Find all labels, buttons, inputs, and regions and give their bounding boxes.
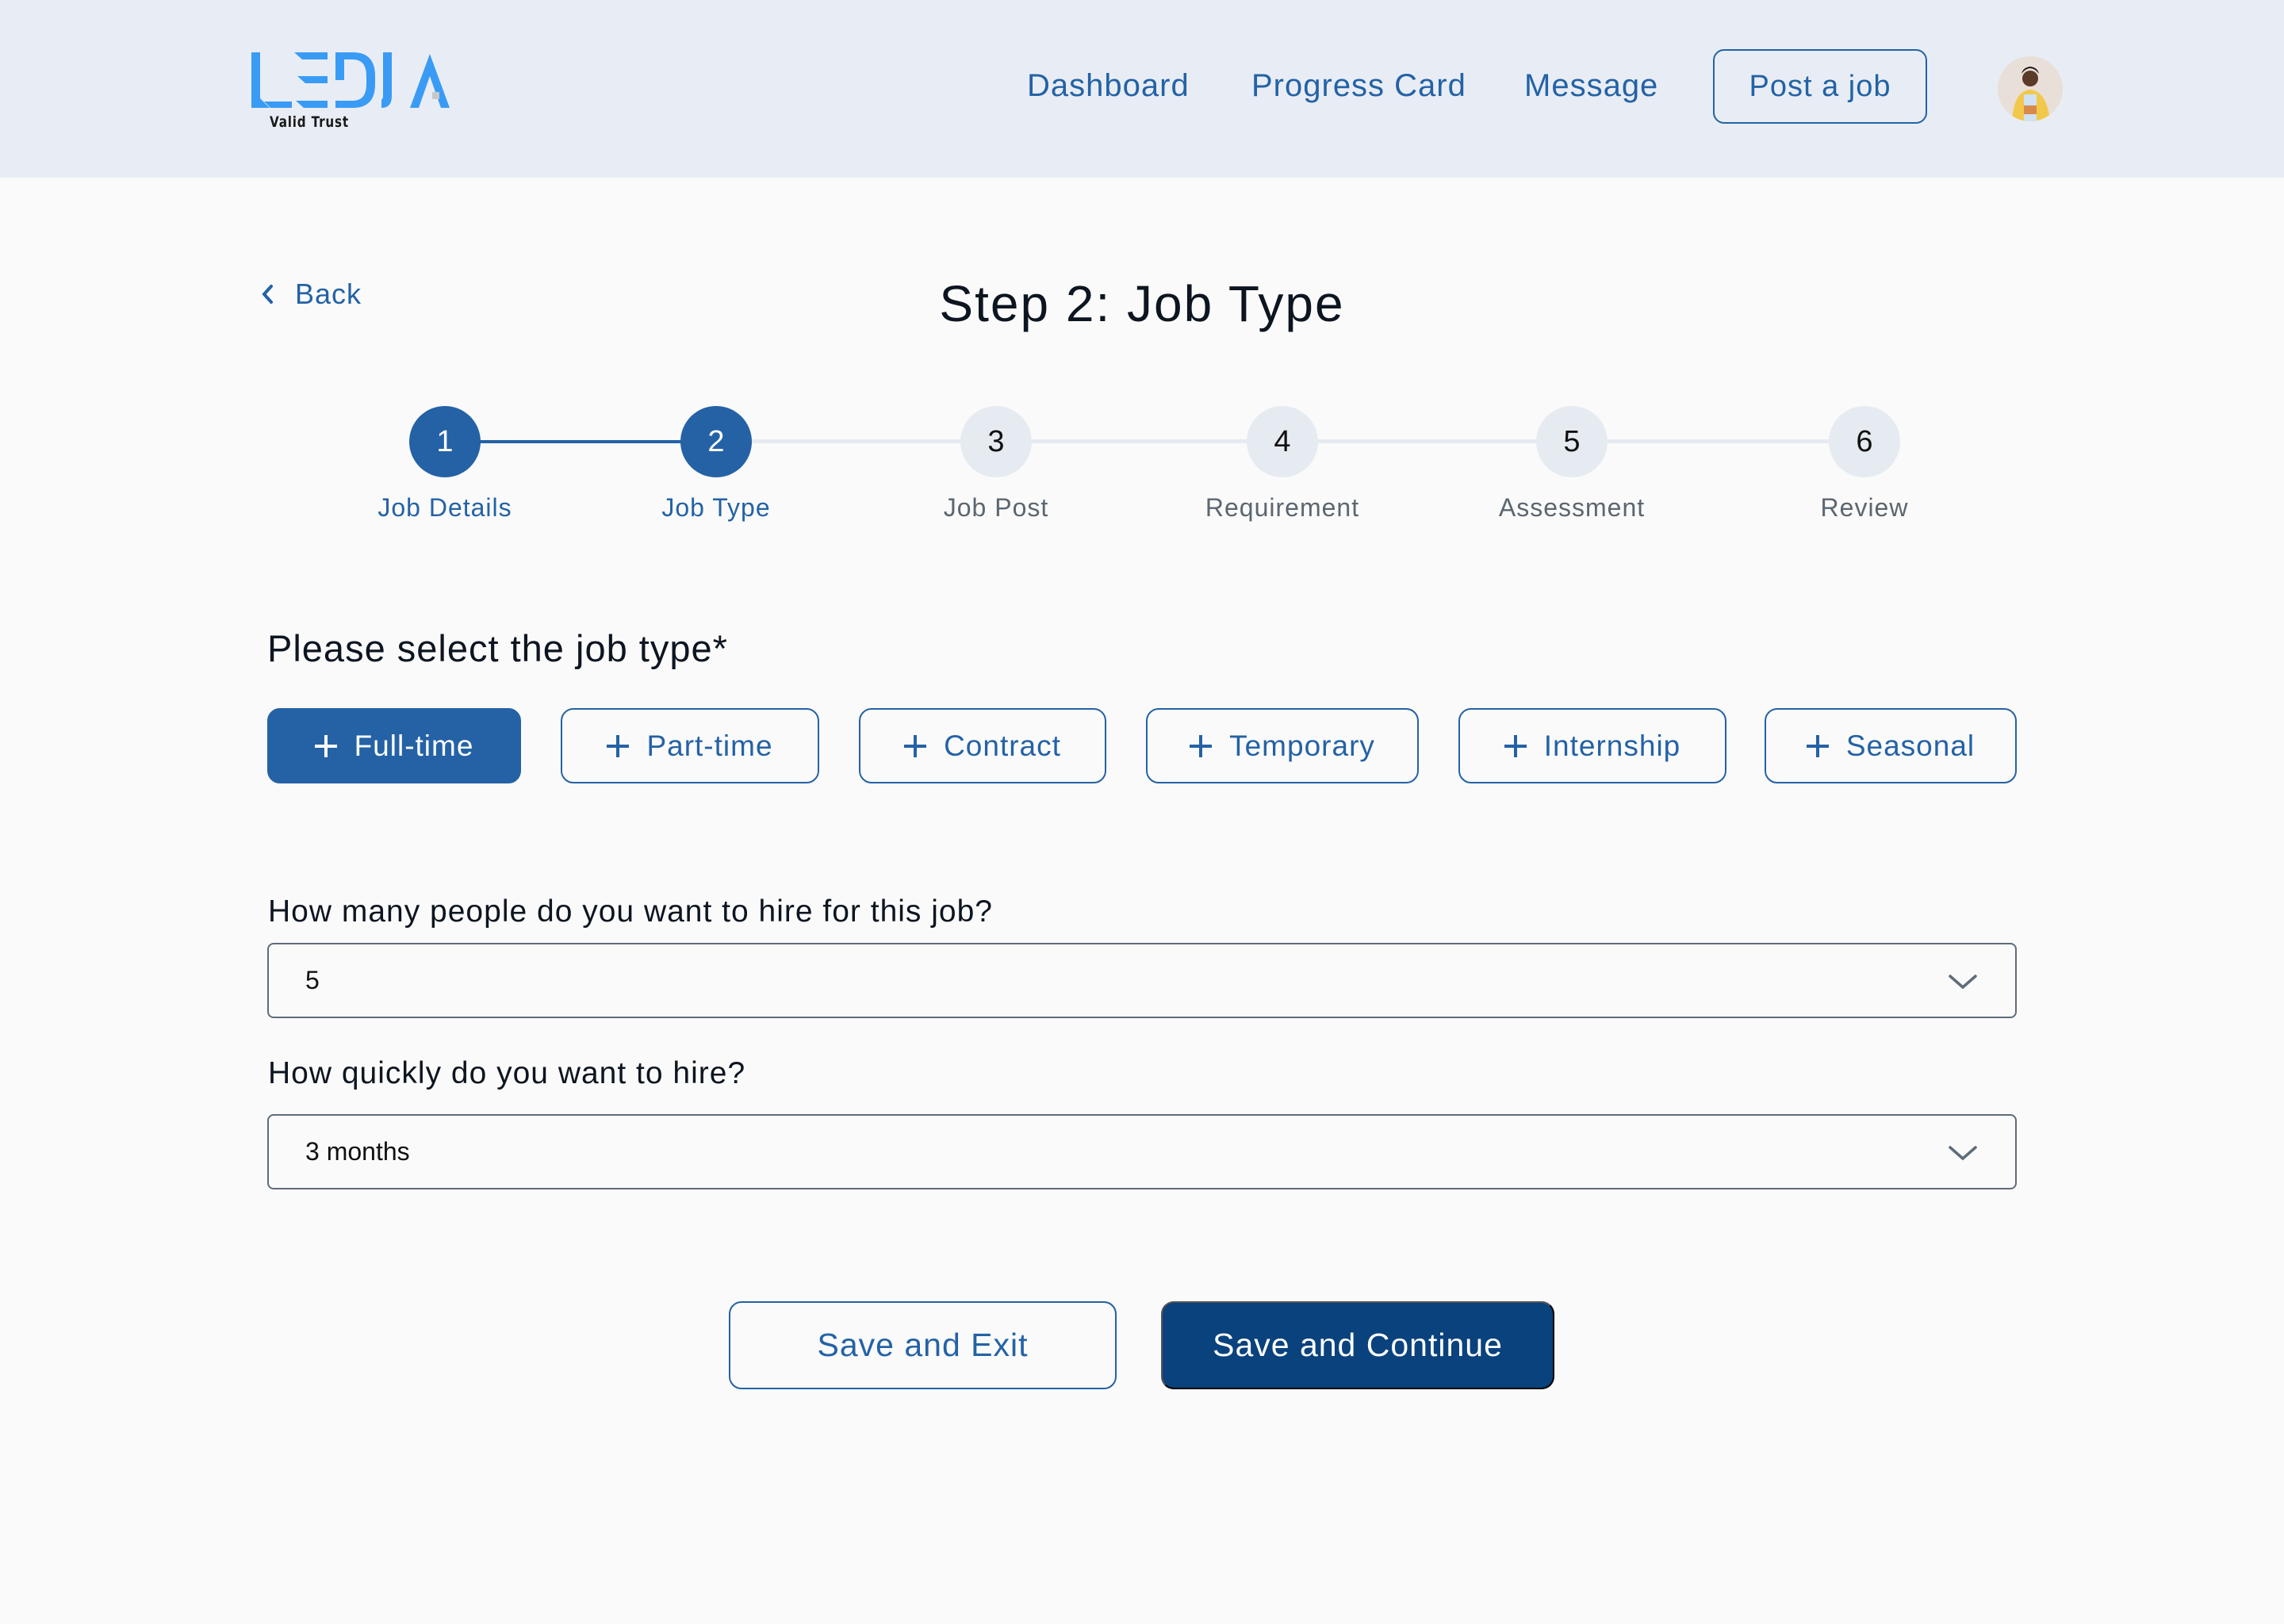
avatar-image [1998, 56, 2063, 121]
job-type-temporary[interactable]: Temporary [1146, 708, 1419, 783]
job-type-heading: Please select the job type* [267, 627, 728, 669]
job-type-internship[interactable]: Internship [1458, 708, 1726, 783]
hire-count-value: 5 [305, 966, 320, 994]
chevron-down-icon [1949, 975, 1977, 990]
job-type-label: Part-time [646, 729, 773, 762]
hire-speed-select[interactable]: 3 months [267, 1114, 2017, 1189]
nav-message[interactable]: Message [1524, 68, 1658, 104]
top-header: Valid Trust Dashboard Progress Card Mess… [0, 0, 2284, 178]
step-connector-1-2 [445, 440, 716, 443]
step-5-label: Assessment [1498, 493, 1646, 522]
plus-icon [1190, 734, 1213, 757]
job-type-label: Seasonal [1845, 729, 1976, 762]
step-6-circle[interactable]: 6 [1829, 406, 1900, 477]
step-connector-4-5 [1282, 439, 1572, 443]
step-4-circle[interactable]: 4 [1247, 406, 1318, 477]
plus-icon [1504, 734, 1527, 757]
plus-icon [904, 734, 927, 757]
job-type-label: Contract [944, 729, 1061, 762]
avatar[interactable] [1998, 56, 2063, 121]
step-2-circle[interactable]: 2 [680, 406, 752, 477]
chevron-down-icon [1949, 1146, 1977, 1161]
save-and-exit-button[interactable]: Save and Exit [729, 1301, 1117, 1389]
plus-icon [314, 734, 337, 757]
job-type-contract[interactable]: Contract [859, 708, 1106, 783]
job-type-seasonal[interactable]: Seasonal [1765, 708, 2017, 783]
step-3-label: Job Post [943, 493, 1049, 522]
step-1-circle[interactable]: 1 [409, 406, 481, 477]
logo-tagline: Valid Trust [270, 113, 349, 131]
step-6-label: Review [1820, 493, 1909, 522]
hire-speed-label: How quickly do you want to hire? [268, 1056, 746, 1090]
step-connector-5-6 [1572, 439, 1864, 443]
plus-icon [607, 734, 630, 757]
nav-progress-card[interactable]: Progress Card [1251, 68, 1466, 104]
plus-icon [1806, 734, 1829, 757]
step-connector-2-3 [716, 439, 996, 443]
save-and-continue-button[interactable]: Save and Continue [1161, 1301, 1554, 1389]
page-title: Step 2: Job Type [939, 275, 1345, 332]
job-type-full-time[interactable]: Full-time [267, 708, 521, 783]
step-3-circle[interactable]: 3 [960, 406, 1032, 477]
job-type-label: Full-time [354, 729, 474, 762]
job-type-label: Temporary [1229, 729, 1375, 762]
step-connector-3-4 [996, 439, 1282, 443]
step-5-circle[interactable]: 5 [1536, 406, 1608, 477]
step-2-label: Job Type [661, 493, 771, 522]
step-4-label: Requirement [1205, 493, 1360, 522]
job-type-label: Internship [1543, 729, 1681, 762]
post-job-button[interactable]: Post a job [1713, 49, 1927, 124]
hire-count-label: How many people do you want to hire for … [268, 894, 993, 929]
hire-count-select[interactable]: 5 [267, 943, 2017, 1018]
job-type-part-time[interactable]: Part-time [561, 708, 819, 783]
nav-dashboard[interactable]: Dashboard [1027, 68, 1190, 104]
step-1-label: Job Details [377, 493, 512, 522]
hire-speed-value: 3 months [305, 1137, 410, 1166]
